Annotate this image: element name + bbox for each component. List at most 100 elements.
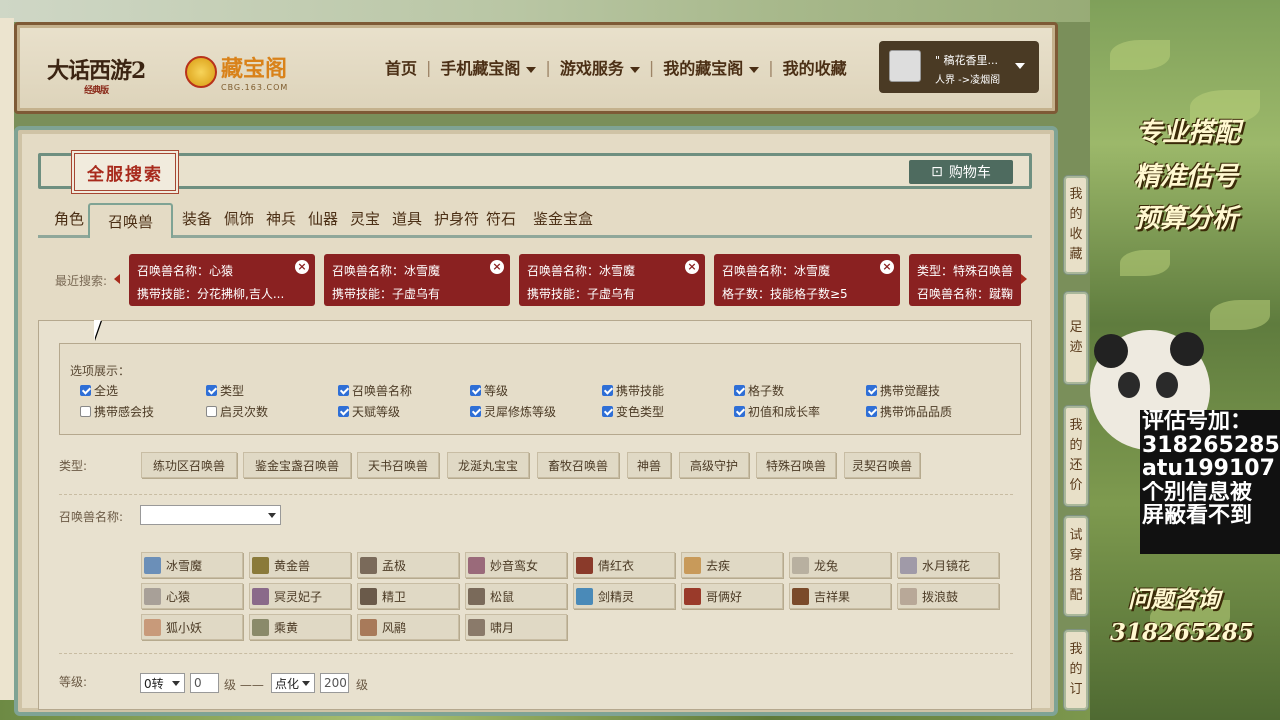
checkbox[interactable] <box>80 385 91 396</box>
reincarnation-select[interactable]: 0转 <box>140 673 185 693</box>
side-tab[interactable]: 我的订 <box>1064 630 1088 710</box>
pet-option[interactable]: 哥俩好 <box>681 583 783 609</box>
checkbox[interactable] <box>470 385 481 396</box>
recent-search-chip[interactable]: 召唤兽名称：心猿 携带技能：分花拂柳,吉人... × <box>129 254 315 306</box>
close-icon[interactable]: × <box>685 260 699 274</box>
option-checkbox[interactable]: 天赋等级 <box>338 403 400 420</box>
tab-4[interactable]: 神兵 <box>266 208 296 229</box>
recent-search-chip[interactable]: 召唤兽名称：冰雪魔 携带技能：子虚乌有 × <box>324 254 510 306</box>
pet-option[interactable]: 精卫 <box>357 583 459 609</box>
close-icon[interactable]: × <box>295 260 309 274</box>
checkbox[interactable] <box>470 406 481 417</box>
checkbox[interactable] <box>866 406 877 417</box>
option-checkbox[interactable]: 启灵次数 <box>206 403 268 420</box>
cbg-logo[interactable]: 藏宝阁 CBG.163.COM <box>185 51 288 92</box>
checkbox[interactable] <box>338 406 349 417</box>
recent-search-chip[interactable]: 召唤兽名称：冰雪魔 携带技能：子虚乌有 × <box>519 254 705 306</box>
pet-option[interactable]: 倩红衣 <box>573 552 675 578</box>
type-button[interactable]: 天书召唤兽 <box>357 452 439 478</box>
tab-1[interactable]: 召唤兽 <box>88 203 174 238</box>
pet-option[interactable]: 去疾 <box>681 552 783 578</box>
side-tab[interactable]: 我的还价 <box>1064 406 1088 506</box>
option-checkbox[interactable]: 变色类型 <box>602 403 664 420</box>
nav-item[interactable]: 首页 <box>385 55 417 79</box>
type-button[interactable]: 龙涎丸宝宝 <box>447 452 529 478</box>
type-button[interactable]: 鉴金宝盏召唤兽 <box>243 452 351 478</box>
pet-option[interactable]: 剑精灵 <box>573 583 675 609</box>
checkbox[interactable] <box>206 406 217 417</box>
close-icon[interactable]: × <box>880 260 894 274</box>
option-checkbox[interactable]: 携带技能 <box>602 382 664 399</box>
nav-item[interactable]: 游戏服务 <box>560 55 640 79</box>
tab-8[interactable]: 护身符 <box>434 208 479 229</box>
option-checkbox[interactable]: 携带感会技 <box>80 403 154 420</box>
tab-2[interactable]: 装备 <box>182 208 212 229</box>
recent-search-chip[interactable]: 召唤兽名称：冰雪魔 格子数：技能格子数≥5 × <box>714 254 900 306</box>
type-button[interactable]: 练功区召唤兽 <box>141 452 237 478</box>
pet-option[interactable]: 乘黄 <box>249 614 351 640</box>
nav-item[interactable]: 我的收藏 <box>783 55 847 79</box>
game-logo[interactable]: 大话西游2 经典版 <box>47 53 146 96</box>
checkbox[interactable] <box>734 385 745 396</box>
tab-9[interactable]: 符石 <box>486 208 516 229</box>
tab-3[interactable]: 佩饰 <box>224 208 254 229</box>
option-checkbox[interactable]: 等级 <box>470 382 508 399</box>
level-max-input[interactable]: 200 <box>320 673 349 693</box>
tab-7[interactable]: 道具 <box>392 208 422 229</box>
tab-6[interactable]: 灵宝 <box>350 208 380 229</box>
level-min-input[interactable]: 0 <box>190 673 219 693</box>
pet-option[interactable]: 松鼠 <box>465 583 567 609</box>
pet-option[interactable]: 冥灵妃子 <box>249 583 351 609</box>
pet-option[interactable]: 龙兔 <box>789 552 891 578</box>
pet-option[interactable]: 吉祥果 <box>789 583 891 609</box>
close-icon[interactable]: × <box>490 260 504 274</box>
type-button[interactable]: 灵契召唤兽 <box>844 452 920 478</box>
nav-item[interactable]: 我的藏宝阁 <box>663 55 760 79</box>
pet-option[interactable]: 黄金兽 <box>249 552 351 578</box>
checkbox[interactable] <box>80 406 91 417</box>
checkbox[interactable] <box>734 406 745 417</box>
tab-5[interactable]: 仙器 <box>308 208 338 229</box>
option-checkbox[interactable]: 格子数 <box>734 382 784 399</box>
checkbox[interactable] <box>206 385 217 396</box>
nav-item[interactable]: 手机藏宝阁 <box>440 55 537 79</box>
recent-prev-arrow[interactable] <box>114 274 120 284</box>
pet-option[interactable]: 冰雪魔 <box>141 552 243 578</box>
recent-next-arrow[interactable] <box>1021 274 1027 284</box>
pet-option[interactable]: 妙音鸾女 <box>465 552 567 578</box>
pet-option[interactable]: 孟极 <box>357 552 459 578</box>
option-checkbox[interactable]: 灵犀修炼等级 <box>470 403 556 420</box>
option-label: 类型 <box>220 384 245 398</box>
side-tab-char: 我 <box>1069 187 1083 202</box>
type-button[interactable]: 神兽 <box>627 452 671 478</box>
level-type-select[interactable]: 点化 <box>271 673 315 693</box>
option-checkbox[interactable]: 召唤兽名称 <box>338 382 412 399</box>
option-checkbox[interactable]: 携带觉醒技 <box>866 382 940 399</box>
type-button[interactable]: 特殊召唤兽 <box>756 452 836 478</box>
cart-button[interactable]: ⊡ 购物车 <box>909 160 1013 184</box>
tab-10[interactable]: 鉴金宝盒 <box>533 208 593 229</box>
pet-option[interactable]: 心猿 <box>141 583 243 609</box>
pet-option[interactable]: 水月镜花 <box>897 552 999 578</box>
checkbox[interactable] <box>338 385 349 396</box>
user-menu[interactable]: " 稿花香里... 人界 ->凌烟阁 <box>879 41 1039 93</box>
side-tab[interactable]: 试穿搭配 <box>1064 516 1088 616</box>
pet-name-select[interactable] <box>140 505 281 525</box>
type-button[interactable]: 畜牧召唤兽 <box>537 452 619 478</box>
side-tab[interactable]: 足迹 <box>1064 292 1088 384</box>
option-checkbox[interactable]: 类型 <box>206 382 244 399</box>
option-checkbox[interactable]: 初值和成长率 <box>734 403 820 420</box>
side-tab[interactable]: 我的收藏 <box>1064 176 1088 274</box>
pet-option[interactable]: 拨浪鼓 <box>897 583 999 609</box>
type-button[interactable]: 高级守护 <box>679 452 749 478</box>
pet-option[interactable]: 狐小妖 <box>141 614 243 640</box>
recent-search-chip[interactable]: 类型：特殊召唤兽 召唤兽名称：蹴鞠 <box>909 254 1021 306</box>
pet-option[interactable]: 啸月 <box>465 614 567 640</box>
checkbox[interactable] <box>866 385 877 396</box>
tab-0[interactable]: 角色 <box>54 208 84 229</box>
checkbox[interactable] <box>602 406 613 417</box>
option-checkbox[interactable]: 携带饰品品质 <box>866 403 952 420</box>
checkbox[interactable] <box>602 385 613 396</box>
option-checkbox[interactable]: 全选 <box>80 382 118 399</box>
pet-option[interactable]: 风鹝 <box>357 614 459 640</box>
